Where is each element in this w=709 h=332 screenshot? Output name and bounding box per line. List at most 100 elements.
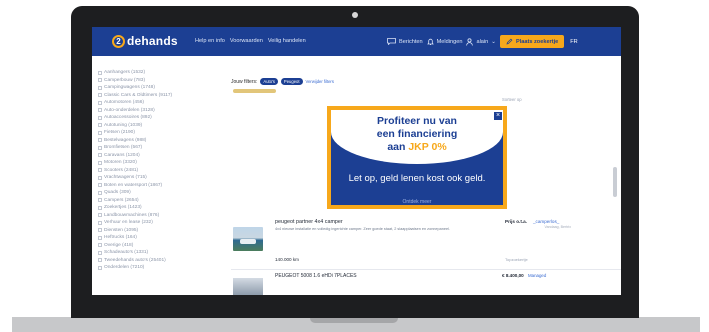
listing-location: Vandaag, Bertrix xyxy=(544,225,571,229)
listing-price: Prijs o.t.a. xyxy=(505,219,527,224)
sidebar-category[interactable]: Fietsen (2190) xyxy=(92,129,195,137)
sidebar-category[interactable]: Landbouwmachines (876) xyxy=(92,212,195,220)
checkbox[interactable] xyxy=(98,115,102,120)
checkbox[interactable] xyxy=(98,205,102,210)
site-header: 2 dehands Help en info Voorwaarden Veili… xyxy=(92,27,621,56)
checkbox[interactable] xyxy=(98,198,102,203)
sidebar-category[interactable]: Vrachtwagens (715) xyxy=(92,174,195,182)
checkbox[interactable] xyxy=(98,235,102,240)
logo-wordmark: dehands xyxy=(127,34,178,48)
checkbox[interactable] xyxy=(98,250,102,255)
listing-card[interactable]: PEUGEOT 5008 1.6 eHDi 7PLACES € 8.400,00… xyxy=(231,269,621,295)
active-filters: Jouw filters: Auto's Peugeot Verwijder f… xyxy=(231,78,334,85)
notifications-label: Meldingen xyxy=(436,38,463,45)
close-icon[interactable]: × xyxy=(494,112,502,120)
checkbox[interactable] xyxy=(98,100,102,105)
sidebar-category[interactable]: Verhuur en lease (232) xyxy=(92,219,195,227)
sidebar-category[interactable]: Auto-onderdelen (3128) xyxy=(92,107,195,115)
sidebar-category[interactable]: Bromfietsen (567) xyxy=(92,144,195,152)
sidebar-category[interactable]: Boten en watersport (1867) xyxy=(92,182,195,190)
listing-thumbnail[interactable] xyxy=(233,227,263,251)
checkbox[interactable] xyxy=(98,220,102,225)
sidebar-category[interactable]: Autoaccessoires (892) xyxy=(92,114,195,122)
checkbox[interactable] xyxy=(98,258,102,263)
sidebar-category[interactable]: Diensten (1095) xyxy=(92,227,195,235)
sidebar-category[interactable]: Caravans (1204) xyxy=(92,152,195,160)
checkbox[interactable] xyxy=(98,213,102,218)
listing-title[interactable]: peugeot partner 4x4 camper xyxy=(275,219,343,225)
notifications-button[interactable]: Meldingen xyxy=(426,38,463,46)
sidebar-category[interactable]: Campingwagens (1748) xyxy=(92,84,195,92)
popup-line-2: een financiering xyxy=(376,128,458,140)
listing-tag[interactable]: Managed xyxy=(528,273,546,278)
checkbox[interactable] xyxy=(98,175,102,180)
checkbox[interactable] xyxy=(98,85,102,90)
browser-screen: 2 dehands Help en info Voorwaarden Veili… xyxy=(92,27,621,295)
popup-more-link[interactable]: Ontdek meer xyxy=(331,199,503,205)
sidebar-category[interactable]: Onderdelen (7210) xyxy=(92,264,195,272)
user-name: alain xyxy=(476,38,489,45)
popup-line-1: Profiteer nu van xyxy=(377,115,457,127)
sidebar-category[interactable]: Zoekertjes (1423) xyxy=(92,204,195,212)
clear-filters-link[interactable]: Verwijder filters xyxy=(306,79,334,84)
checkbox[interactable] xyxy=(98,123,102,128)
checkbox[interactable] xyxy=(98,78,102,83)
checkbox[interactable] xyxy=(98,160,102,165)
sidebar-category[interactable]: Campers (2654) xyxy=(92,197,195,205)
messages-button[interactable]: Berichten xyxy=(387,38,423,45)
sidebar-category[interactable]: Heftrucks (164) xyxy=(92,234,195,242)
nav-safety-link[interactable]: Veilig handelen xyxy=(268,38,306,44)
filter-chip-autos[interactable]: Auto's xyxy=(260,78,278,85)
sort-pill[interactable] xyxy=(233,89,276,93)
checkbox[interactable] xyxy=(98,228,102,233)
sidebar-category[interactable]: Tweedehands auto's (25401) xyxy=(92,257,195,265)
sidebar-category[interactable]: Schadeauto's (1331) xyxy=(92,249,195,257)
sidebar-category[interactable]: Scooters (2481) xyxy=(92,167,195,175)
checkbox[interactable] xyxy=(98,70,102,75)
checkbox[interactable] xyxy=(98,108,102,113)
popup-disclaimer: Let op, geld lenen kost ook geld. xyxy=(348,173,486,184)
logo-symbol: 2 xyxy=(112,34,125,48)
nav-terms-link[interactable]: Voorwaarden xyxy=(230,38,263,44)
checkbox[interactable] xyxy=(98,138,102,143)
place-ad-button[interactable]: Plaats zoekertje xyxy=(499,35,565,48)
webcam-icon xyxy=(352,12,358,18)
user-menu[interactable]: alain ⌄ xyxy=(466,37,496,46)
listing-card[interactable]: peugeot partner 4x4 camper 4x4 nieuwe in… xyxy=(231,217,621,267)
header-nav: Help en info Voorwaarden Veilig handelen xyxy=(195,38,306,44)
checkbox[interactable] xyxy=(98,265,102,270)
sidebar-category[interactable]: Motoren (3320) xyxy=(92,159,195,167)
nav-help-link[interactable]: Help en info xyxy=(195,38,225,44)
checkbox[interactable] xyxy=(98,168,102,173)
listing-title[interactable]: PEUGEOT 5008 1.6 eHDi 7PLACES xyxy=(275,273,357,279)
checkbox[interactable] xyxy=(98,130,102,135)
sidebar-category[interactable]: Overige (418) xyxy=(92,242,195,250)
checkbox[interactable] xyxy=(98,243,102,248)
popup-line-3: aan JKP 0% xyxy=(331,141,503,153)
laptop-mockup: 2 dehands Help en info Voorwaarden Veili… xyxy=(0,0,709,332)
financing-popup: Profiteer nu van een financiering aan JK… xyxy=(327,106,507,209)
sort-label[interactable]: Sorteer op xyxy=(502,97,522,102)
checkbox[interactable] xyxy=(98,190,102,195)
checkbox[interactable] xyxy=(98,145,102,150)
checkbox[interactable] xyxy=(98,93,102,98)
scrollbar[interactable] xyxy=(613,167,617,197)
sidebar-category[interactable]: Automotoren (456) xyxy=(92,99,195,107)
category-sidebar: Aanhangers (1532) Camperbouw (783) Campi… xyxy=(92,69,195,295)
listing-thumbnail[interactable] xyxy=(233,278,263,295)
popup-line-3-prefix: aan xyxy=(387,141,406,153)
checkbox[interactable] xyxy=(98,153,102,158)
chat-icon xyxy=(387,38,396,45)
language-switch[interactable]: FR xyxy=(570,39,577,45)
sidebar-category[interactable]: Camperbouw (783) xyxy=(92,77,195,85)
sidebar-category[interactable]: Aanhangers (1532) xyxy=(92,69,195,77)
listing-seller[interactable]: _camperlos_ xyxy=(533,219,559,224)
sidebar-category[interactable]: Autotuning (1039) xyxy=(92,122,195,130)
site-logo[interactable]: 2 dehands xyxy=(112,34,178,48)
popup-rate-highlight: JKP 0% xyxy=(408,141,447,153)
sidebar-category[interactable]: Classic Cars & Oldtimers (9117) xyxy=(92,92,195,100)
checkbox[interactable] xyxy=(98,183,102,188)
sidebar-category[interactable]: Quads (309) xyxy=(92,189,195,197)
filter-chip-peugeot[interactable]: Peugeot xyxy=(280,78,303,85)
sidebar-category[interactable]: Bestelwagens (988) xyxy=(92,137,195,145)
